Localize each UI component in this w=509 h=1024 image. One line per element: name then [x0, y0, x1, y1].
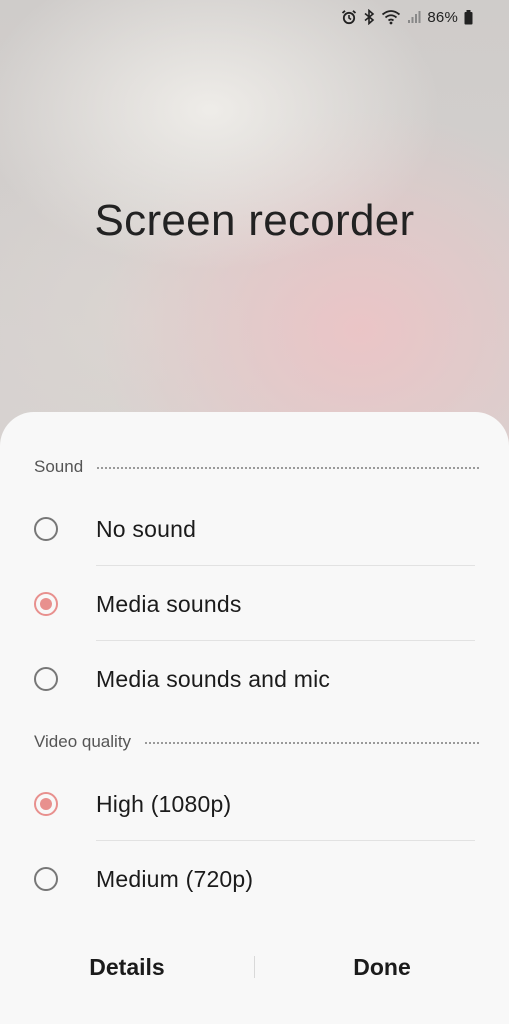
sound-section-label: Sound: [34, 457, 84, 476]
status-bar: 86%: [341, 6, 473, 28]
page-title: Screen recorder: [94, 196, 415, 245]
sound-section-header: Sound: [34, 456, 479, 478]
bluetooth-icon: [363, 9, 375, 25]
video-option-high-1080p[interactable]: High (1080p): [0, 767, 509, 841]
radio-button-selected[interactable]: [34, 592, 58, 616]
option-label: High (1080p): [96, 790, 232, 817]
option-label: Media sounds: [96, 590, 242, 617]
video-option-medium-720p[interactable]: Medium (720p): [0, 842, 509, 916]
section-divider: [145, 742, 479, 744]
signal-icon: [407, 10, 421, 24]
radio-button[interactable]: [34, 867, 58, 891]
section-divider: [97, 467, 479, 469]
radio-button-selected[interactable]: [34, 792, 58, 816]
battery-icon: [464, 9, 473, 25]
battery-percentage: 86%: [427, 8, 458, 26]
video-quality-section-header: Video quality: [34, 731, 479, 753]
radio-button[interactable]: [34, 517, 58, 541]
sound-option-no-sound[interactable]: No sound: [0, 492, 509, 566]
alarm-icon: [341, 9, 357, 25]
details-button[interactable]: Details: [0, 942, 254, 992]
option-divider: [96, 840, 475, 841]
recorder-settings-sheet: Sound No sound Media sounds Media sounds…: [0, 412, 509, 1024]
sound-option-media-sounds[interactable]: Media sounds: [0, 567, 509, 641]
video-quality-section-label: Video quality: [34, 732, 132, 751]
option-label: Medium (720p): [96, 865, 254, 892]
sheet-footer: Details Done: [0, 942, 509, 992]
option-label: No sound: [96, 515, 197, 542]
sound-option-media-sounds-and-mic[interactable]: Media sounds and mic: [0, 642, 509, 716]
option-label: Media sounds and mic: [96, 665, 331, 692]
option-divider: [96, 640, 475, 641]
radio-button[interactable]: [34, 667, 58, 691]
done-button[interactable]: Done: [255, 942, 509, 992]
option-divider: [96, 565, 475, 566]
wifi-icon: [381, 9, 401, 25]
